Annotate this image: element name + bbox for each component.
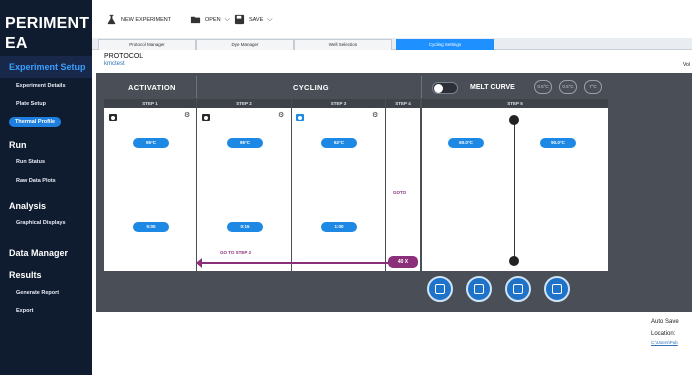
chevron-down-icon[interactable]: ⌵: [225, 16, 230, 24]
loop-count-badge[interactable]: 40 X: [388, 256, 418, 268]
melt-rate-button[interactable]: 7°C: [584, 80, 602, 94]
import-protocol-button[interactable]: [427, 276, 453, 302]
step-4-header: STEP 4: [386, 99, 420, 108]
camera-icon[interactable]: [296, 114, 304, 121]
melt-increment-button[interactable]: 0.5°C: [534, 80, 552, 94]
step-5-area[interactable]: [422, 108, 608, 271]
floppy-disk-icon: [552, 284, 562, 294]
step-1-temp[interactable]: 95°C: [133, 138, 169, 148]
loop-line: [199, 262, 389, 264]
melt-curve-line: [514, 120, 515, 260]
melt-end-dot-icon[interactable]: [509, 256, 519, 266]
gear-icon[interactable]: ⚙: [372, 112, 380, 120]
open-label: OPEN: [205, 16, 221, 23]
step-5-start-temp[interactable]: 60.0°C: [448, 138, 484, 148]
gear-icon[interactable]: ⚙: [184, 112, 192, 120]
location-path-link[interactable]: C:\Users\Pub: [651, 340, 678, 345]
goto-step-label: GO TO STEP 2: [220, 250, 252, 255]
camera-icon[interactable]: [202, 114, 210, 121]
save-protocol-button[interactable]: [544, 276, 570, 302]
step-2-area[interactable]: [197, 108, 291, 271]
tab-protocol-manager[interactable]: Protocol Manager: [98, 39, 196, 50]
floppy-disk-icon: [234, 14, 245, 25]
app-window: PERIMENT EA Experiment Setup Experiment …: [0, 0, 692, 375]
step-3-time[interactable]: 1:00: [321, 222, 357, 232]
tab-cycling-settings[interactable]: Cycling Settings: [396, 39, 494, 50]
sidebar-item-run-status[interactable]: Run Status: [16, 159, 45, 165]
stage-cycling-label: CYCLING: [293, 83, 329, 92]
save-label: SAVE: [249, 16, 264, 23]
new-experiment-label: NEW EXPERIMENT: [121, 16, 172, 23]
sidebar-section-data-manager[interactable]: Data Manager: [9, 248, 68, 258]
save-button[interactable]: SAVE ⌵: [234, 14, 273, 25]
stage-divider: [196, 76, 197, 98]
melt-step-button[interactable]: 0.5°C: [559, 80, 577, 94]
import-icon: [435, 284, 445, 294]
sidebar-section-experiment-setup[interactable]: Experiment Setup: [9, 62, 86, 72]
export-protocol-button[interactable]: [466, 276, 492, 302]
sidebar-section-results[interactable]: Results: [9, 270, 42, 280]
step-1-header: STEP 1: [104, 99, 196, 108]
sidebar-section-run[interactable]: Run: [9, 140, 27, 150]
app-title-line1: PERIMENT: [5, 15, 90, 32]
goto-label: GOTO: [393, 190, 407, 195]
open-button[interactable]: OPEN ⌵: [190, 14, 230, 25]
export-icon: [474, 284, 484, 294]
gear-icon[interactable]: ⚙: [278, 112, 286, 120]
reset-protocol-button[interactable]: [505, 276, 531, 302]
step-1-time[interactable]: 5:00: [133, 222, 169, 232]
stage-divider: [421, 76, 422, 98]
sidebar-section-analysis[interactable]: Analysis: [9, 201, 46, 211]
flask-icon: [107, 14, 116, 25]
sidebar-item-graphical-displays[interactable]: Graphical Displays: [16, 220, 66, 226]
tab-well-selection[interactable]: Well Selection: [294, 39, 392, 50]
app-title: PERIMENT EA: [5, 14, 89, 54]
chevron-down-icon[interactable]: ⌵: [267, 16, 272, 24]
step-1-area[interactable]: [104, 108, 196, 271]
melt-curve-toggle[interactable]: [432, 82, 458, 94]
step-2-temp[interactable]: 95°C: [227, 138, 263, 148]
folder-icon: [190, 16, 201, 24]
step-2-header: STEP 2: [197, 99, 291, 108]
step-3-area[interactable]: [292, 108, 385, 271]
sidebar-item-plate-setup[interactable]: Plate Setup: [16, 101, 46, 107]
step-5-end-temp[interactable]: 90.0°C: [540, 138, 576, 148]
protocol-label: PROTOCOL: [104, 53, 144, 60]
stage-activation-label: ACTIVATION: [128, 83, 176, 92]
vol-label: Vol: [683, 62, 690, 68]
location-label: Location:: [651, 331, 676, 337]
step-3-header: STEP 3: [292, 99, 385, 108]
sidebar-item-thermal-profile[interactable]: Thermal Profile: [9, 117, 62, 127]
reset-icon: [513, 284, 523, 294]
melt-camera-dot-icon[interactable]: [509, 115, 519, 125]
sidebar-item-raw-data-plots[interactable]: Raw Data Plots: [16, 178, 56, 184]
protocol-name[interactable]: kmctest: [104, 61, 125, 67]
step-5-header: STEP 5: [422, 99, 608, 108]
tab-bar: Protocol Manager Dye Manager Well Select…: [92, 38, 692, 50]
toggle-knob: [434, 84, 443, 93]
step-3-temp[interactable]: 62°C: [321, 138, 357, 148]
sidebar-item-experiment-details[interactable]: Experiment Details: [16, 83, 66, 89]
autosave-label: Auto Save: [651, 319, 679, 325]
camera-icon[interactable]: [109, 114, 117, 121]
new-experiment-button[interactable]: NEW EXPERIMENT: [106, 14, 171, 25]
tab-dye-manager[interactable]: Dye Manager: [196, 39, 294, 50]
app-title-line2: EA: [5, 35, 28, 52]
melt-curve-label: MELT CURVE: [470, 84, 515, 91]
step-2-time[interactable]: 0:15: [227, 222, 263, 232]
top-toolbar: NEW EXPERIMENT OPEN ⌵ SAVE ⌵: [92, 0, 692, 38]
sidebar-item-export[interactable]: Export: [16, 308, 33, 314]
sidebar-item-generate-report[interactable]: Generate Report: [16, 290, 59, 296]
sidebar: PERIMENT EA Experiment Setup Experiment …: [0, 0, 92, 375]
